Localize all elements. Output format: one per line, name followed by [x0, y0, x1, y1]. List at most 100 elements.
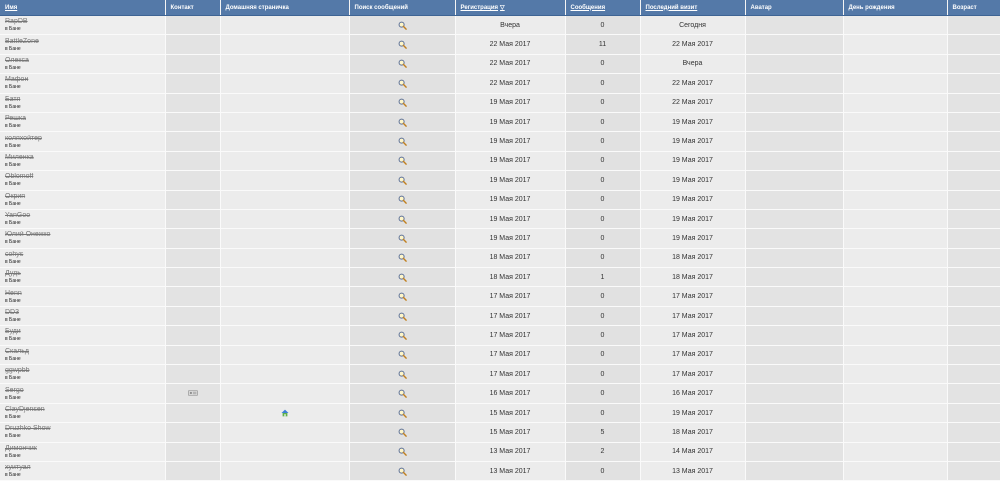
age-cell [947, 15, 1000, 36]
header-last-visit-label[interactable]: Последний визит [646, 5, 698, 11]
avatar-cell [745, 209, 844, 230]
magnifier-icon[interactable] [398, 428, 407, 437]
member-name-link[interactable]: ClayDjensen [5, 406, 165, 414]
homepage-cell [220, 442, 350, 462]
homepage-cell [220, 422, 350, 443]
member-name-link[interactable]: хуитуал [5, 464, 165, 472]
posts-count: 0 [565, 248, 641, 269]
member-name-link[interactable]: RapDB [5, 18, 165, 26]
search-posts-cell [349, 325, 456, 346]
header-name-label[interactable]: Имя [5, 5, 17, 11]
member-name-link[interactable]: cohys [5, 251, 165, 259]
member-name-link[interactable]: Henn [5, 290, 165, 298]
magnifier-icon[interactable] [398, 156, 407, 166]
search-posts-cell [349, 112, 456, 133]
contact-cell [165, 345, 221, 366]
header-posts-label[interactable]: Сообщения [571, 5, 606, 11]
last-visit-date: 17 Мая 2017 [640, 286, 746, 307]
magnifier-icon[interactable] [398, 137, 407, 146]
member-name-link[interactable]: Димончик [5, 445, 165, 453]
table-row: коляхойтер в Бане 19 Мая 2017 0 19 Мая 2017 [0, 131, 1000, 152]
member-status: в Бане [5, 297, 21, 304]
magnifier-icon[interactable] [398, 409, 407, 418]
magnifier-icon[interactable] [398, 331, 407, 340]
birthday-cell [843, 151, 948, 172]
magnifier-icon[interactable] [398, 195, 407, 205]
header-contact-label: Контакт [170, 4, 194, 11]
header-age: Возраст [947, 0, 1000, 16]
magnifier-icon[interactable] [398, 176, 407, 185]
homepage-cell [220, 209, 350, 230]
magnifier-icon[interactable] [398, 312, 407, 321]
header-search-label: Поиск сообщений [354, 4, 408, 11]
header-homepage-label: Домашняя страничка [225, 4, 289, 11]
member-name-link[interactable]: Скальд [5, 348, 165, 356]
contact-cell [165, 325, 221, 346]
sort-down-icon[interactable]: ▽ [500, 5, 505, 11]
last-visit-date: 22 Мая 2017 [640, 34, 746, 55]
homepage-cell [220, 228, 350, 249]
posts-count: 0 [565, 93, 641, 113]
contact-icon[interactable] [187, 390, 198, 397]
member-name-link[interactable]: Мафон [5, 76, 165, 84]
magnifier-icon[interactable] [398, 118, 407, 127]
header-name[interactable]: Имя [0, 0, 166, 16]
member-name-link[interactable]: Druzhko Show [5, 425, 165, 433]
magnifier-icon[interactable] [398, 292, 407, 301]
registered-date: 19 Мая 2017 [455, 112, 566, 133]
member-name-link[interactable]: DD3 [5, 309, 165, 317]
search-posts-cell [349, 306, 456, 327]
magnifier-icon[interactable] [398, 467, 407, 476]
magnifier-icon[interactable] [398, 389, 407, 398]
homepage-cell [220, 54, 350, 75]
last-visit-date: 17 Мая 2017 [640, 345, 746, 366]
magnifier-icon[interactable] [398, 79, 407, 88]
search-posts-cell [349, 383, 456, 404]
header-posts[interactable]: Сообщения [565, 0, 641, 16]
registered-date: 15 Мая 2017 [455, 403, 566, 424]
search-posts-cell [349, 73, 456, 94]
magnifier-icon[interactable] [398, 350, 407, 360]
header-registered[interactable]: Регистрация ▽ [455, 0, 566, 16]
member-name-link[interactable]: BattleZone [5, 38, 165, 46]
header-last-visit[interactable]: Последний визит [640, 0, 746, 16]
homepage-cell [220, 190, 350, 210]
magnifier-icon[interactable] [398, 215, 407, 224]
header-registered-label[interactable]: Регистрация [461, 5, 499, 11]
last-visit-date: 18 Мая 2017 [640, 248, 746, 269]
member-name-link[interactable]: ggwpbb [5, 367, 165, 375]
member-name-link[interactable]: Окрип [5, 193, 165, 201]
birthday-cell [843, 364, 948, 385]
member-name-cell: ggwpbb в Бане [0, 364, 166, 385]
member-name-link[interactable]: Миленка [5, 154, 165, 162]
homepage-cell [220, 383, 350, 404]
member-name-link[interactable]: Юлий Онежко [5, 231, 165, 239]
magnifier-icon[interactable] [398, 98, 407, 108]
magnifier-icon[interactable] [398, 273, 407, 282]
search-posts-cell [349, 403, 456, 424]
last-visit-date: 19 Мая 2017 [640, 170, 746, 191]
member-name-link[interactable]: Решка [5, 115, 165, 123]
avatar-cell [745, 34, 844, 55]
magnifier-icon[interactable] [398, 21, 407, 30]
magnifier-icon[interactable] [398, 253, 407, 263]
magnifier-icon[interactable] [398, 40, 407, 49]
member-name-link[interactable]: Батя [5, 96, 165, 104]
birthday-cell [843, 442, 948, 462]
registered-date: 19 Мая 2017 [455, 170, 566, 191]
member-name-link[interactable]: YanGoo [5, 212, 165, 220]
magnifier-icon[interactable] [398, 59, 407, 69]
table-row: DD3 в Бане 17 Мая 2017 0 17 Мая 2017 [0, 306, 1000, 327]
member-status: в Бане [5, 123, 21, 130]
magnifier-icon[interactable] [398, 370, 407, 379]
member-name-link[interactable]: Буди [5, 328, 165, 336]
member-name-link[interactable]: Sergo [5, 387, 165, 395]
member-name-link[interactable]: Oblomoff [5, 173, 165, 181]
magnifier-icon[interactable] [398, 447, 407, 457]
magnifier-icon[interactable] [398, 234, 407, 243]
member-name-link[interactable]: коляхойтер [5, 135, 165, 143]
member-name-link[interactable]: Олекса [5, 57, 165, 65]
member-name-link[interactable]: Дудь [5, 270, 165, 278]
home-icon[interactable] [280, 409, 289, 417]
last-visit-date: Вчера [640, 54, 746, 75]
